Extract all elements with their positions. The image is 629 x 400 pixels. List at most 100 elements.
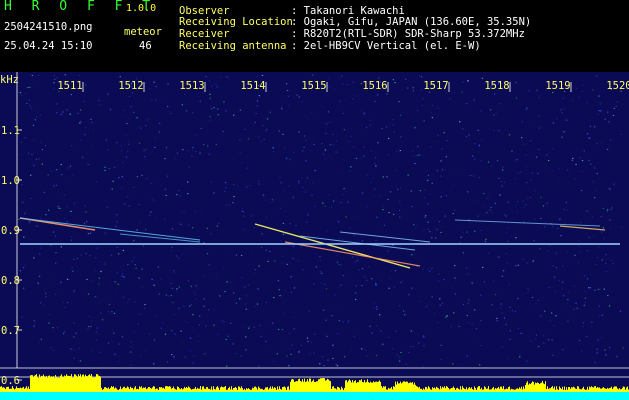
meter-bar: [164, 388, 165, 392]
meter-bar: [248, 388, 249, 392]
noise-dot: [117, 361, 120, 363]
noise-dot: [195, 285, 197, 287]
meter-bar: [194, 388, 195, 392]
noise-dot: [293, 328, 295, 330]
noise-dot: [493, 114, 495, 116]
meter-bar: [441, 388, 442, 392]
noise-dot: [440, 160, 442, 162]
noise-dot: [178, 307, 180, 309]
noise-dot: [204, 353, 206, 355]
noise-dot: [180, 330, 182, 332]
meter-bar: [210, 389, 211, 392]
noise-dot: [336, 261, 339, 263]
noise-dot: [340, 264, 342, 266]
noise-dot: [280, 182, 282, 184]
noise-dot: [76, 257, 78, 259]
noise-dot: [33, 325, 35, 327]
noise-dot: [278, 289, 280, 291]
noise-dot: [39, 114, 41, 116]
noise-dot: [66, 221, 68, 223]
meter-bar: [442, 386, 443, 392]
meter-bar: [368, 382, 369, 392]
noise-dot: [273, 297, 275, 299]
noise-dot: [225, 247, 227, 249]
noise-dot: [571, 159, 573, 161]
info-label-location: Receiving Location: [179, 16, 293, 28]
meter-bar: [343, 390, 344, 392]
noise-dot: [184, 93, 186, 95]
noise-dot: [443, 132, 445, 134]
meter-bar: [251, 389, 252, 392]
noise-dot: [390, 191, 392, 193]
noise-dot: [458, 325, 460, 327]
noise-dot: [454, 277, 456, 279]
meter-bar: [225, 386, 226, 392]
meter-bar: [70, 376, 71, 392]
noise-dot: [596, 173, 598, 175]
y-axis-unit: kHz: [0, 74, 19, 86]
meter-bar: [217, 386, 218, 392]
meter-bar: [521, 386, 522, 392]
meter-bar: [509, 386, 510, 392]
noise-dot: [336, 333, 338, 335]
meter-bar: [229, 386, 230, 392]
meter-bar: [379, 380, 380, 392]
meter-bar: [333, 386, 334, 392]
noise-dot: [162, 98, 164, 100]
noise-dot: [507, 227, 509, 229]
noise-dot: [311, 194, 313, 196]
meter-bar: [23, 386, 24, 392]
meter-bar: [616, 386, 617, 392]
meter-bar: [386, 389, 387, 392]
meter-bar: [530, 384, 531, 392]
noise-dot: [138, 222, 140, 224]
noise-dot: [555, 315, 557, 317]
noise-dot: [314, 205, 316, 207]
noise-dot: [466, 355, 468, 357]
noise-dot: [106, 206, 108, 208]
noise-dot: [41, 163, 43, 165]
noise-dot: [450, 325, 452, 327]
meter-bar: [520, 388, 521, 392]
noise-dot: [307, 340, 309, 342]
noise-dot: [445, 195, 448, 197]
noise-dot: [462, 252, 464, 254]
meter-bar: [624, 386, 625, 392]
noise-dot: [116, 214, 118, 216]
meter-bar: [300, 381, 301, 392]
noise-dot: [470, 174, 472, 176]
noise-dot: [427, 179, 429, 181]
meter-bar: [345, 380, 346, 392]
noise-dot: [47, 174, 49, 176]
meter-bar: [190, 388, 191, 392]
meter-bar: [533, 381, 534, 392]
noise-dot: [466, 231, 468, 233]
noise-dot: [539, 248, 541, 250]
noise-dot: [533, 240, 535, 242]
noise-dot: [253, 326, 255, 328]
noise-dot: [598, 315, 601, 317]
noise-dot: [166, 176, 169, 178]
noise-dot: [258, 183, 260, 185]
meter-bar: [2, 387, 3, 392]
noise-dot: [239, 139, 241, 141]
noise-dot: [345, 362, 347, 364]
noise-dot: [338, 333, 340, 335]
meter-bar: [310, 378, 311, 392]
noise-dot: [580, 189, 583, 191]
noise-dot: [523, 206, 525, 208]
meter-bar: [306, 381, 307, 392]
noise-dot: [192, 112, 194, 114]
noise-dot: [134, 301, 136, 303]
meter-bar: [558, 389, 559, 392]
noise-dot: [356, 95, 358, 97]
meter-bar: [318, 379, 319, 392]
noise-dot: [206, 253, 209, 255]
meter-bar: [554, 386, 555, 392]
noise-dot: [292, 246, 294, 248]
noise-dot: [105, 140, 107, 142]
meter-bar: [193, 388, 194, 392]
noise-dot: [153, 339, 156, 341]
noise-dot: [453, 92, 455, 94]
noise-dot: [579, 157, 581, 159]
